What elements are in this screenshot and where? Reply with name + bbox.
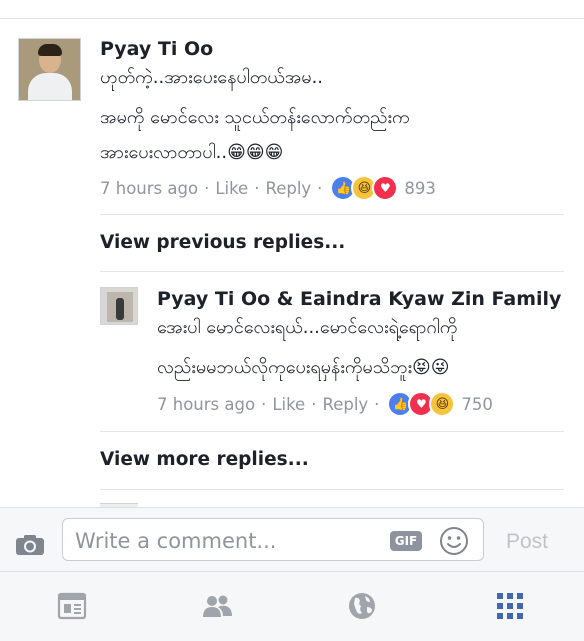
divider [100, 431, 564, 432]
haha-reaction-icon: 😆 [429, 391, 456, 417]
divider [100, 489, 564, 490]
reply-author[interactable]: Pyay Ti Oo & Eaindra Kyaw Zin Family [157, 288, 561, 310]
bottom-tab-bar [0, 571, 584, 641]
reply-reply-button[interactable]: Reply [322, 395, 368, 414]
comment-reply-button[interactable]: Reply [265, 179, 311, 198]
comment-timestamp[interactable]: 7 hours ago [100, 179, 198, 198]
camera-icon[interactable] [15, 534, 45, 556]
comment-composer: GIF Post [0, 507, 584, 572]
gif-button[interactable]: GIF [390, 531, 422, 551]
menu-grid-icon[interactable] [494, 590, 526, 622]
comment-input[interactable] [73, 525, 377, 557]
divider [100, 214, 564, 215]
reply-meta: 7 hours ago · Like · Reply · 👍 ♥ 😆 750 [157, 391, 493, 417]
love-reaction-icon: ♥ [372, 175, 399, 201]
news-feed-icon[interactable] [56, 590, 88, 622]
comment-line-1: ဟုတ်ကဲ့..အားပေးနေပါတယ်အမ.. [100, 67, 324, 88]
comment-line-2: အမကို မောင်လေး သူငယ်တန်းလောက်တည်းက [100, 107, 410, 128]
comment-author[interactable]: Pyay Ti Oo [100, 38, 213, 60]
comment-like-button[interactable]: Like [215, 179, 248, 198]
view-more-replies-link[interactable]: View more replies... [100, 449, 309, 470]
reply-reaction-count[interactable]: 750 [461, 395, 493, 414]
tongue-emoji-icons: 😝😜 [412, 357, 450, 378]
notifications-globe-icon[interactable] [346, 590, 378, 622]
post-button[interactable]: Post [506, 530, 548, 554]
reply-timestamp[interactable]: 7 hours ago [157, 395, 255, 414]
friends-icon[interactable] [201, 590, 233, 622]
reply-avatar[interactable] [100, 287, 138, 325]
comment-reactions[interactable]: 👍 😆 ♥ [330, 175, 399, 201]
top-divider [0, 18, 584, 19]
comment-line-3: အားပေးလာတာပါ..😁😁😁 [100, 138, 283, 168]
reply-line-2-text: လည်းမမဘယ်လိုကုပေးရမှန်းကိုမသိဘူး [157, 357, 413, 378]
reply-reactions[interactable]: 👍 ♥ 😆 [387, 391, 456, 417]
comment-meta: 7 hours ago · Like · Reply · 👍 😆 ♥ 893 [100, 175, 436, 201]
comment-line-3-text: အားပေးလာတာပါ.. [100, 142, 228, 163]
reply-line-2: လည်းမမဘယ်လိုကုပေးရမှန်းကိုမသိဘူး😝😜 [157, 353, 450, 383]
divider [100, 271, 564, 272]
reply-like-button[interactable]: Like [272, 395, 305, 414]
grin-emoji-icons: 😁😁😁 [227, 142, 284, 163]
comment-reaction-count[interactable]: 893 [404, 179, 436, 198]
view-previous-replies-link[interactable]: View previous replies... [100, 232, 345, 253]
sticker-smiley-icon[interactable] [439, 526, 469, 556]
comment-input-box[interactable]: GIF [62, 518, 484, 561]
avatar[interactable] [18, 38, 81, 101]
reply-line-1: အေးပါ မောင်လေးရယ်...မောင်လေးရဲ့ရောဂါကို [157, 317, 458, 338]
